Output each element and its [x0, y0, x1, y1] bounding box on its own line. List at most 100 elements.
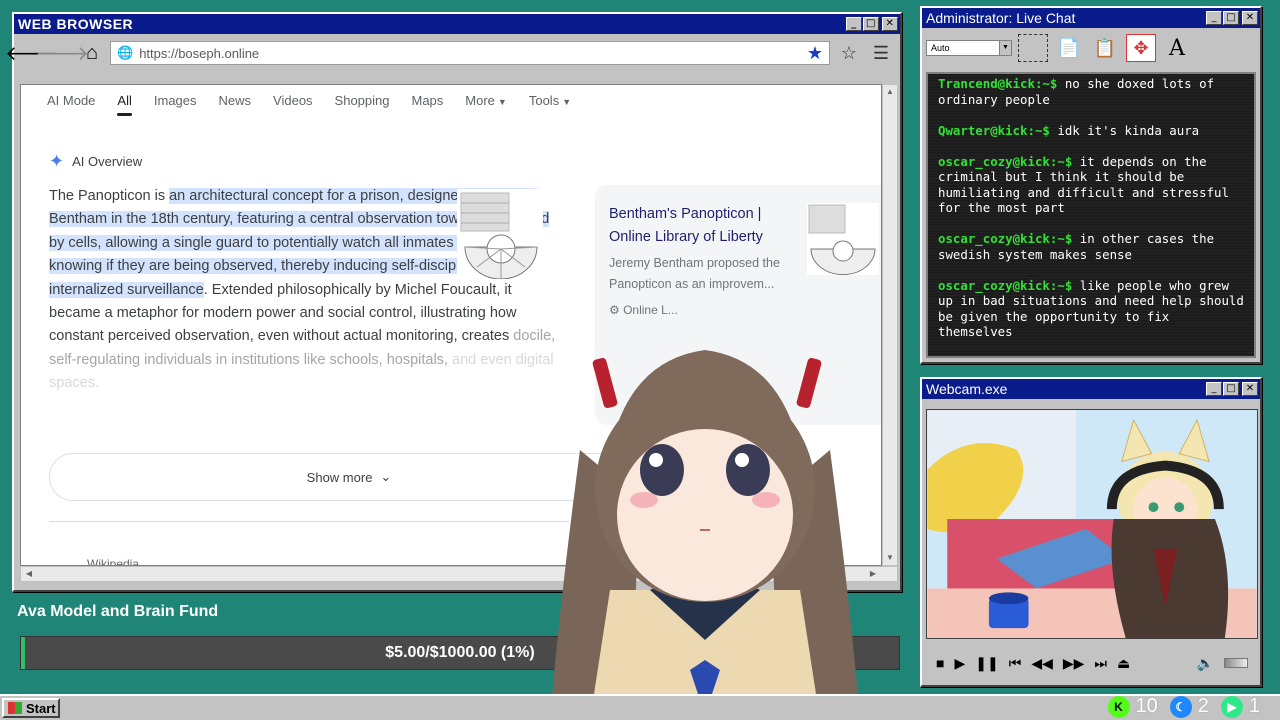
divider [49, 521, 569, 522]
kick-icon[interactable]: K [1107, 695, 1130, 718]
panopticon-thumbnail[interactable] [457, 189, 543, 279]
tab-videos[interactable]: Videos [273, 93, 313, 108]
select-tool-icon[interactable] [1018, 34, 1048, 62]
chat-message: oscar_cozy@kick:~$ it depends on the cri… [938, 154, 1246, 216]
chevron-down-icon: ▼ [497, 96, 507, 107]
auto-select-value: Auto [931, 43, 950, 53]
browser-title: WEB BROWSER [18, 16, 134, 32]
start-label: Start [26, 700, 56, 716]
fund-label: Ava Model and Brain Fund [17, 603, 219, 620]
chevron-down-icon: ▼ [999, 41, 1011, 55]
close-button[interactable]: ✕ [1242, 11, 1258, 25]
windows-logo-icon [8, 702, 22, 714]
play-icon[interactable]: ▶ [954, 655, 965, 672]
skip-forward-icon[interactable]: ⏭ [1094, 655, 1107, 672]
chat-messages: Trancend@kick:~$ no she doxed lots of or… [926, 72, 1256, 358]
minimize-button[interactable]: _ [1206, 11, 1222, 25]
home-icon[interactable]: ⌂ [80, 41, 104, 65]
chat-toolbar: Auto ▼ 📄 📋 ✥ A [922, 28, 1260, 68]
live-chat-window: Administrator: Live Chat _ □ ✕ Auto ▼ 📄 … [920, 6, 1262, 364]
play-icon[interactable]: ▶ [1220, 695, 1243, 718]
tab-all[interactable]: All [117, 93, 133, 116]
browser-toolbar: 🡐 🡒 ⌂ 🌐 https://boseph.online ★ ☆ ☰ [5, 34, 900, 72]
auto-select[interactable]: Auto ▼ [926, 40, 1012, 56]
card-title[interactable]: Bentham's Panopticon | Online Library of… [609, 203, 799, 249]
webcam-window: Webcam.exe _ □ ✕ ■ ▶ ❚❚ ⏮ ◀◀ ▶▶ ⏭ ⏏ 🔈 [920, 377, 1262, 687]
webcam-feed [926, 409, 1258, 639]
volume-slider[interactable] [1224, 658, 1248, 668]
favorite-star-icon[interactable]: ☆ [836, 43, 862, 64]
chat-username[interactable]: Trancend@kick:~$ [938, 76, 1057, 91]
chat-titlebar[interactable]: Administrator: Live Chat _ □ ✕ [922, 8, 1260, 28]
tab-news[interactable]: News [219, 93, 252, 108]
maximize-button[interactable]: □ [1223, 382, 1239, 396]
font-icon[interactable]: A [1162, 34, 1192, 62]
chat-title: Administrator: Live Chat [926, 10, 1076, 26]
address-bar[interactable]: 🌐 https://boseph.online ★ [110, 41, 830, 65]
moon-count: 2 [1197, 695, 1209, 717]
url-text: https://boseph.online [139, 45, 260, 61]
close-button[interactable]: ✕ [1242, 382, 1258, 396]
tab-images[interactable]: Images [154, 93, 197, 108]
chat-username[interactable]: oscar_cozy@kick:~$ [938, 278, 1072, 293]
tab-tools[interactable]: Tools ▼ [529, 93, 571, 108]
sparkle-icon: ✦ [49, 151, 65, 171]
minimize-button[interactable]: _ [1206, 382, 1222, 396]
chat-message: oscar_cozy@kick:~$ like people who grew … [938, 278, 1246, 340]
stop-icon[interactable]: ■ [936, 655, 944, 671]
clipboard-icon[interactable]: 📋 [1090, 34, 1120, 62]
start-button[interactable]: Start [2, 698, 60, 718]
skip-back-icon[interactable]: ⏮ [1009, 655, 1022, 672]
show-more-label: Show more [306, 469, 373, 485]
kick-count: 10 [1135, 695, 1158, 717]
vtuber-avatar [550, 350, 860, 720]
wikipedia-source[interactable]: Wikipedia [87, 557, 139, 565]
taskbar: Start K 10 ☾ 2 ▶ 1 [0, 694, 1280, 720]
forward-icon[interactable]: 🡒 [35, 41, 89, 65]
play-count: 1 [1248, 695, 1260, 717]
scroll-left-icon[interactable]: ◀ [23, 568, 35, 580]
ai-overview-heading: AI Overview [72, 154, 143, 169]
tab-tools-label: Tools [528, 92, 560, 108]
chat-message: Qwarter@kick:~$ idk it's kinda aura [938, 123, 1246, 139]
tab-ai-mode[interactable]: AI Mode [47, 93, 95, 108]
message-list: Trancend@kick:~$ no she doxed lots of or… [938, 76, 1246, 355]
browser-titlebar[interactable]: WEB BROWSER _ □ ✕ [14, 14, 900, 34]
tab-maps[interactable]: Maps [412, 93, 444, 108]
fast-forward-icon[interactable]: ▶▶ [1063, 655, 1085, 672]
copy-icon[interactable]: 📄 [1054, 34, 1084, 62]
tab-more[interactable]: More ▼ [465, 93, 507, 108]
chat-text: idk it's kinda aura [1057, 122, 1200, 138]
webcam-titlebar[interactable]: Webcam.exe _ □ ✕ [922, 379, 1260, 399]
maximize-button[interactable]: □ [1223, 11, 1239, 25]
rewind-icon[interactable]: ◀◀ [1031, 655, 1053, 672]
volume-icon[interactable]: 🔈 [1197, 655, 1214, 672]
chevron-down-icon: ▼ [562, 96, 572, 107]
bookmark-star-icon[interactable]: ★ [807, 43, 823, 64]
chat-username[interactable]: oscar_cozy@kick:~$ [938, 231, 1072, 246]
media-controls: ■ ▶ ❚❚ ⏮ ◀◀ ▶▶ ⏭ ⏏ 🔈 [926, 649, 1258, 677]
card-thumbnail [807, 203, 879, 275]
chat-message: oscar_cozy@kick:~$ in other cases the sw… [938, 231, 1246, 262]
vertical-scrollbar[interactable]: ▲ ▼ [882, 84, 898, 566]
menu-icon[interactable]: ☰ [868, 43, 894, 64]
maximize-button[interactable]: □ [863, 17, 879, 31]
ai-overview-header: ✦ AI Overview [49, 151, 142, 172]
tab-shopping[interactable]: Shopping [335, 93, 390, 108]
chat-username[interactable]: Qwarter@kick:~$ [938, 123, 1050, 138]
chat-username[interactable]: oscar_cozy@kick:~$ [938, 154, 1072, 169]
scroll-up-icon[interactable]: ▲ [884, 86, 896, 98]
moon-icon[interactable]: ☾ [1169, 695, 1192, 718]
move-icon[interactable]: ✥ [1126, 34, 1156, 62]
pause-icon[interactable]: ❚❚ [975, 655, 998, 672]
globe-icon: 🌐 [117, 45, 134, 60]
search-tabs: AI Mode All Images News Videos Shopping … [47, 85, 571, 116]
chat-message: Trancend@kick:~$ no she doxed lots of or… [938, 76, 1246, 107]
minimize-button[interactable]: _ [846, 17, 862, 31]
close-button[interactable]: ✕ [882, 17, 898, 31]
scroll-down-icon[interactable]: ▼ [884, 552, 896, 564]
ai-text-pre: The Panopticon is [49, 188, 170, 204]
webcam-title: Webcam.exe [926, 381, 1008, 397]
eject-icon[interactable]: ⏏ [1117, 655, 1130, 672]
card-snippet: Jeremy Bentham proposed the Panopticon a… [609, 256, 780, 291]
